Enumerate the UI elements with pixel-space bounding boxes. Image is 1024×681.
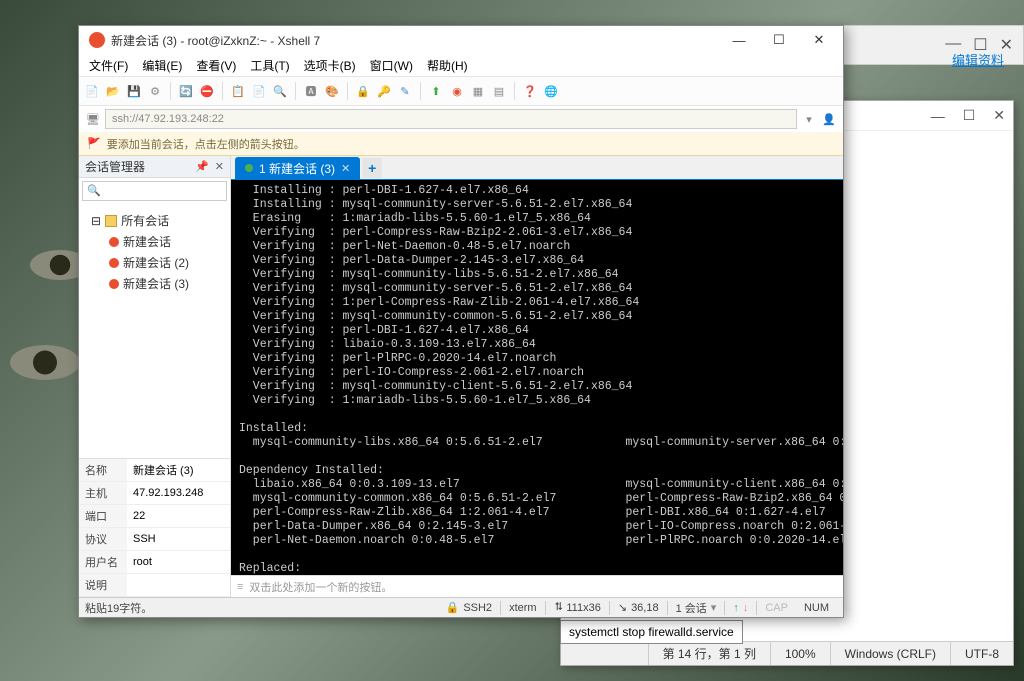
close-panel-icon[interactable]: ✕ — [215, 160, 224, 173]
session-icon — [109, 258, 119, 268]
open-icon[interactable]: 📂 — [104, 82, 122, 100]
address-bar: 🖥 ▾ 👤 — [79, 106, 843, 132]
disconnect-icon[interactable]: ⛔ — [198, 82, 216, 100]
menu-help[interactable]: 帮助(H) — [421, 55, 474, 76]
flag-icon: 🚩 — [87, 137, 101, 150]
panel-title: 会话管理器 — [85, 158, 145, 175]
quick-button-bar[interactable]: ≡ 双击此处添加一个新的按钮。 — [231, 575, 843, 597]
folder-icon — [105, 215, 117, 227]
font-icon[interactable]: 🅰 — [302, 82, 320, 100]
statusbar: 粘贴19字符。 🔒SSH2 xterm ⮁111x36 ↘36,18 1 会话▾… — [79, 597, 843, 617]
globe-icon[interactable]: 🌐 — [542, 82, 560, 100]
tab-bar: 1 新建会话 (3) ✕ + — [231, 156, 843, 180]
session-manager-panel: 会话管理器 📌 ✕ ⊟所有会话 新建会话 新建会话 (2) 新建会话 (3) 名… — [79, 156, 231, 597]
xftp-icon[interactable]: ⬆ — [427, 82, 445, 100]
menu-tabs[interactable]: 选项卡(B) — [298, 55, 362, 76]
new-session-icon[interactable]: 📄 — [83, 82, 101, 100]
status-size: 111x36 — [566, 602, 600, 614]
close-button[interactable]: ✕ — [799, 26, 839, 54]
colors-icon[interactable]: 🎨 — [323, 82, 341, 100]
prop-host: 47.92.193.248 — [127, 482, 230, 505]
prop-protocol: SSH — [127, 528, 230, 551]
cursor-position: 第 14 行，第 1 列 — [648, 642, 770, 665]
menu-tools[interactable]: 工具(T) — [244, 55, 295, 76]
people-icon[interactable]: 👤 — [821, 111, 837, 127]
save-icon[interactable]: 💾 — [125, 82, 143, 100]
session-icon — [109, 279, 119, 289]
zoom-level: 100% — [770, 642, 830, 665]
info-bar: 🚩 要添加当前会话，点击左侧的箭头按钮。 — [79, 132, 843, 156]
info-text: 要添加当前会话，点击左侧的箭头按钮。 — [107, 136, 305, 152]
app-icon — [89, 32, 105, 48]
status-term: xterm — [501, 602, 545, 614]
download-icon: ↓ — [743, 602, 749, 614]
menu-file[interactable]: 文件(F) — [83, 55, 134, 76]
session-icon — [109, 237, 119, 247]
copy-icon[interactable]: 📋 — [229, 82, 247, 100]
edit-profile-link[interactable]: 编辑资料 — [952, 50, 1004, 69]
lock-icon: 🔒 — [446, 601, 460, 614]
prop-user: root — [127, 551, 230, 574]
titlebar[interactable]: 新建会话 (3) - root@iZxknZ:~ - Xshell 7 — ☐ … — [79, 26, 843, 54]
close-icon[interactable]: ✕ — [993, 107, 1005, 124]
script-icon[interactable]: ▦ — [469, 82, 487, 100]
toolbar: 📄 📂 💾 ⚙ 🔄 ⛔ 📋 📄 🔍 🅰 🎨 🔒 🔑 ✎ ⬆ ◉ ▦ ▤ ❓ 🌐 — [79, 76, 843, 106]
encoding: UTF-8 — [950, 642, 1013, 665]
session-search-input[interactable] — [82, 181, 227, 201]
tab-close-icon[interactable]: ✕ — [341, 162, 350, 175]
paste-icon[interactable]: 📄 — [250, 82, 268, 100]
menubar: 文件(F) 编辑(E) 查看(V) 工具(T) 选项卡(B) 窗口(W) 帮助(… — [79, 54, 843, 76]
notepad-statusbar: 第 14 行，第 1 列 100% Windows (CRLF) UTF-8 — [561, 641, 1013, 665]
address-input[interactable] — [105, 109, 797, 129]
session-tree: ⊟所有会话 新建会话 新建会话 (2) 新建会话 (3) — [79, 204, 230, 458]
size-icon: ⮁ — [554, 601, 563, 614]
xshell-window: 新建会话 (3) - root@iZxknZ:~ - Xshell 7 — ☐ … — [78, 25, 844, 618]
tree-root[interactable]: ⊟所有会话 — [79, 210, 230, 231]
status-protocol: SSH2 — [463, 602, 492, 614]
menu-window[interactable]: 窗口(W) — [364, 55, 419, 76]
maximize-button[interactable]: ☐ — [759, 26, 799, 54]
tree-session[interactable]: 新建会话 — [79, 231, 230, 252]
properties-icon[interactable]: ⚙ — [146, 82, 164, 100]
edit-icon[interactable]: ✎ — [396, 82, 414, 100]
connected-icon — [245, 164, 253, 172]
host-icon: 🖥 — [85, 111, 101, 127]
minimize-button[interactable]: — — [719, 26, 759, 54]
minimize-icon[interactable]: — — [931, 108, 945, 124]
status-cursor: 36,18 — [631, 602, 659, 614]
prop-desc — [127, 574, 230, 597]
status-cap: CAP — [757, 602, 796, 614]
find-icon[interactable]: 🔍 — [271, 82, 289, 100]
hamburger-icon[interactable]: ≡ — [237, 581, 243, 593]
tab-active[interactable]: 1 新建会话 (3) ✕ — [235, 157, 360, 179]
prop-port: 22 — [127, 505, 230, 528]
session-properties: 名称新建会话 (3) 主机47.92.193.248 端口22 协议SSH 用户… — [79, 458, 230, 597]
menu-edit[interactable]: 编辑(E) — [136, 55, 188, 76]
dropdown-icon[interactable]: ▾ — [801, 111, 817, 127]
window-title: 新建会话 (3) - root@iZxknZ:~ - Xshell 7 — [111, 32, 719, 49]
wallpaper-detail — [10, 345, 80, 380]
reconnect-icon[interactable]: 🔄 — [177, 82, 195, 100]
prop-name: 新建会话 (3) — [127, 459, 230, 482]
compose-icon[interactable]: ▤ — [490, 82, 508, 100]
status-message: 粘贴19字符。 — [85, 600, 152, 616]
notepad-visible-line: systemctl stop firewalld.service — [560, 620, 743, 644]
key-icon[interactable]: 🔑 — [375, 82, 393, 100]
status-num: NUM — [796, 602, 837, 614]
maximize-icon[interactable]: ☐ — [963, 107, 976, 124]
tree-session[interactable]: 新建会话 (3) — [79, 273, 230, 294]
swirl-icon[interactable]: ◉ — [448, 82, 466, 100]
help-icon[interactable]: ❓ — [521, 82, 539, 100]
menu-view[interactable]: 查看(V) — [190, 55, 242, 76]
line-endings: Windows (CRLF) — [830, 642, 950, 665]
pin-icon[interactable]: 📌 — [195, 160, 209, 173]
tree-session[interactable]: 新建会话 (2) — [79, 252, 230, 273]
lock-icon[interactable]: 🔒 — [354, 82, 372, 100]
terminal-output[interactable]: Installing : perl-DBI-1.627-4.el7.x86_64… — [231, 180, 843, 575]
add-tab-button[interactable]: + — [362, 158, 382, 178]
status-sessions: 1 会话 — [676, 600, 707, 616]
tab-label: 1 新建会话 (3) — [259, 160, 335, 177]
upload-icon: ↑ — [733, 602, 739, 614]
cursor-icon: ↘ — [618, 601, 627, 614]
